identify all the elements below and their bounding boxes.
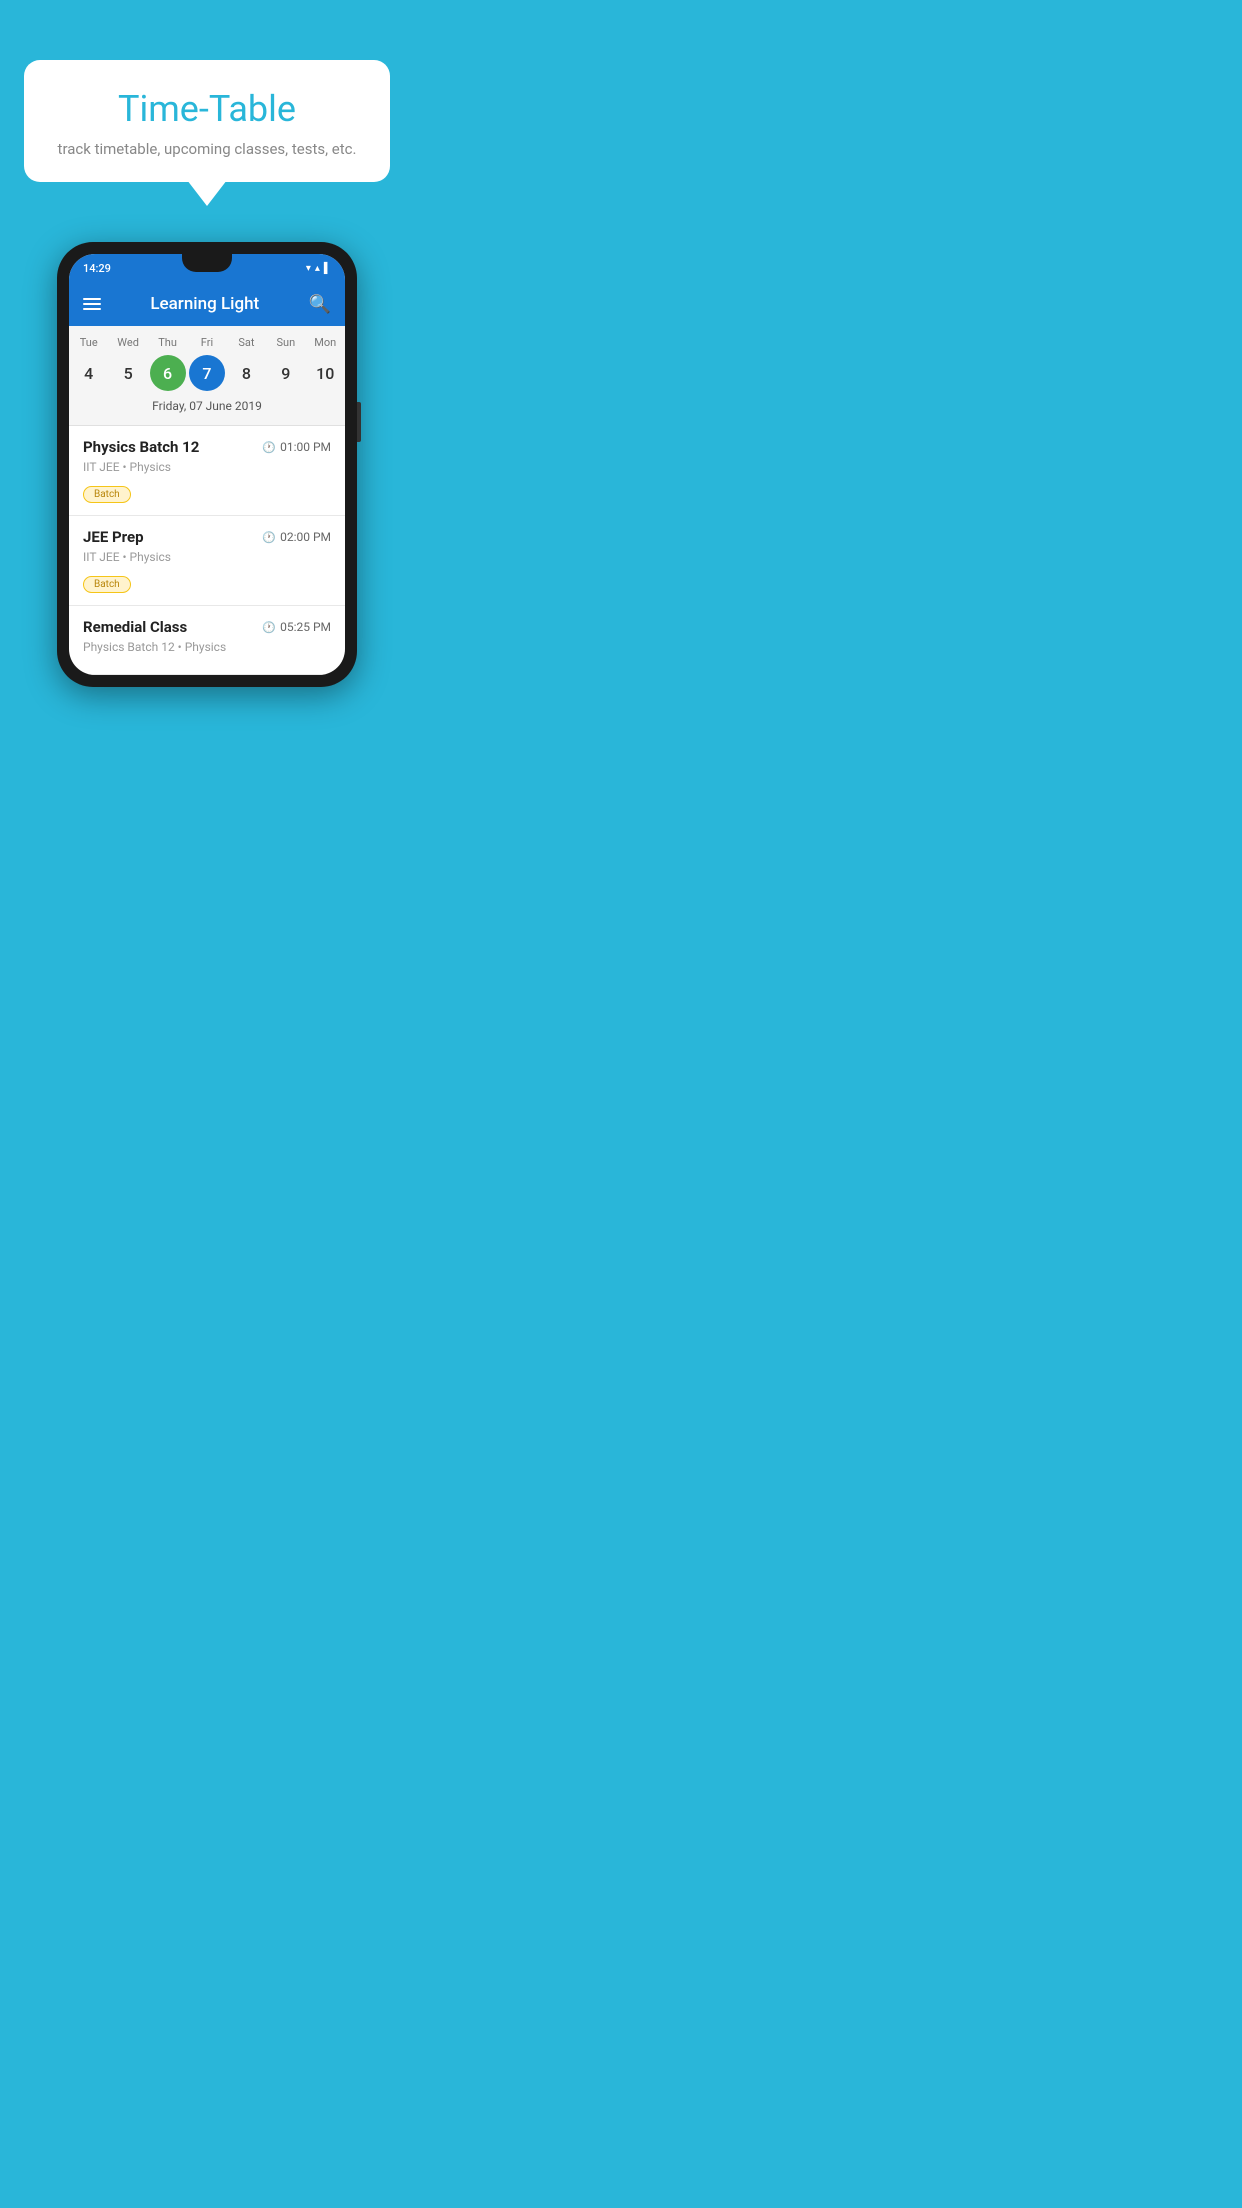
item-2-header: JEE Prep 🕐 02:00 PM — [83, 528, 331, 546]
item-2-title: JEE Prep — [83, 528, 144, 546]
status-bar: 14:29 ▾ ▴ ▌ — [69, 254, 345, 282]
app-bar: Learning Light 🔍 — [69, 282, 345, 326]
phone-screen: 14:29 ▾ ▴ ▌ Learning Light 🔍 — [69, 254, 345, 675]
date-5[interactable]: 5 — [110, 355, 146, 391]
clock-icon-1: 🕐 — [262, 441, 276, 454]
item-1-time-text: 01:00 PM — [280, 440, 331, 454]
item-2-subtitle: IIT JEE • Physics — [83, 550, 331, 564]
item-3-title: Remedial Class — [83, 618, 187, 636]
side-button — [357, 402, 361, 442]
menu-button[interactable] — [83, 298, 101, 310]
menu-line-2 — [83, 303, 101, 305]
day-sun: Sun — [268, 336, 304, 349]
calendar-strip: Tue Wed Thu Fri Sat Sun Mon 4 5 6 7 8 9 … — [69, 326, 345, 425]
bubble-title: Time-Table — [56, 88, 358, 130]
date-9[interactable]: 9 — [268, 355, 304, 391]
date-8[interactable]: 8 — [228, 355, 264, 391]
item-1-batch-badge: Batch — [83, 486, 131, 503]
phone-mockup: 14:29 ▾ ▴ ▌ Learning Light 🔍 — [57, 242, 357, 687]
day-fri: Fri — [189, 336, 225, 349]
day-sat: Sat — [228, 336, 264, 349]
phone-outer: 14:29 ▾ ▴ ▌ Learning Light 🔍 — [57, 242, 357, 687]
clock-icon-3: 🕐 — [262, 621, 276, 634]
item-1-subtitle: IIT JEE • Physics — [83, 460, 331, 474]
item-3-time: 🕐 05:25 PM — [262, 620, 331, 634]
menu-line-3 — [83, 308, 101, 310]
notch — [182, 254, 232, 272]
item-2-time-text: 02:00 PM — [280, 530, 331, 544]
signal-icon: ▴ — [315, 263, 320, 274]
day-wed: Wed — [110, 336, 146, 349]
item-2-batch-badge: Batch — [83, 576, 131, 593]
date-7-selected[interactable]: 7 — [189, 355, 225, 391]
schedule-item-1[interactable]: Physics Batch 12 🕐 01:00 PM IIT JEE • Ph… — [69, 426, 345, 516]
search-button[interactable]: 🔍 — [309, 294, 331, 315]
menu-line-1 — [83, 298, 101, 300]
date-10[interactable]: 10 — [307, 355, 343, 391]
item-3-time-text: 05:25 PM — [280, 620, 331, 634]
clock-icon-2: 🕐 — [262, 531, 276, 544]
battery-icon: ▌ — [324, 263, 331, 274]
status-time: 14:29 — [83, 262, 111, 275]
day-thu: Thu — [150, 336, 186, 349]
schedule-item-3[interactable]: Remedial Class 🕐 05:25 PM Physics Batch … — [69, 606, 345, 675]
bubble-subtitle: track timetable, upcoming classes, tests… — [56, 140, 358, 158]
date-4[interactable]: 4 — [71, 355, 107, 391]
item-1-header: Physics Batch 12 🕐 01:00 PM — [83, 438, 331, 456]
status-icons: ▾ ▴ ▌ — [306, 263, 331, 274]
item-3-subtitle: Physics Batch 12 • Physics — [83, 640, 331, 654]
day-tue: Tue — [71, 336, 107, 349]
item-2-time: 🕐 02:00 PM — [262, 530, 331, 544]
days-row: Tue Wed Thu Fri Sat Sun Mon — [69, 336, 345, 349]
selected-date-label: Friday, 07 June 2019 — [69, 399, 345, 419]
item-1-time: 🕐 01:00 PM — [262, 440, 331, 454]
app-title: Learning Light — [101, 294, 309, 314]
day-mon: Mon — [307, 336, 343, 349]
dates-row: 4 5 6 7 8 9 10 — [69, 355, 345, 391]
item-3-header: Remedial Class 🕐 05:25 PM — [83, 618, 331, 636]
date-6-today[interactable]: 6 — [150, 355, 186, 391]
wifi-icon: ▾ — [306, 263, 311, 274]
speech-bubble: Time-Table track timetable, upcoming cla… — [24, 60, 390, 182]
item-1-title: Physics Batch 12 — [83, 438, 199, 456]
schedule-item-2[interactable]: JEE Prep 🕐 02:00 PM IIT JEE • Physics Ba… — [69, 516, 345, 606]
